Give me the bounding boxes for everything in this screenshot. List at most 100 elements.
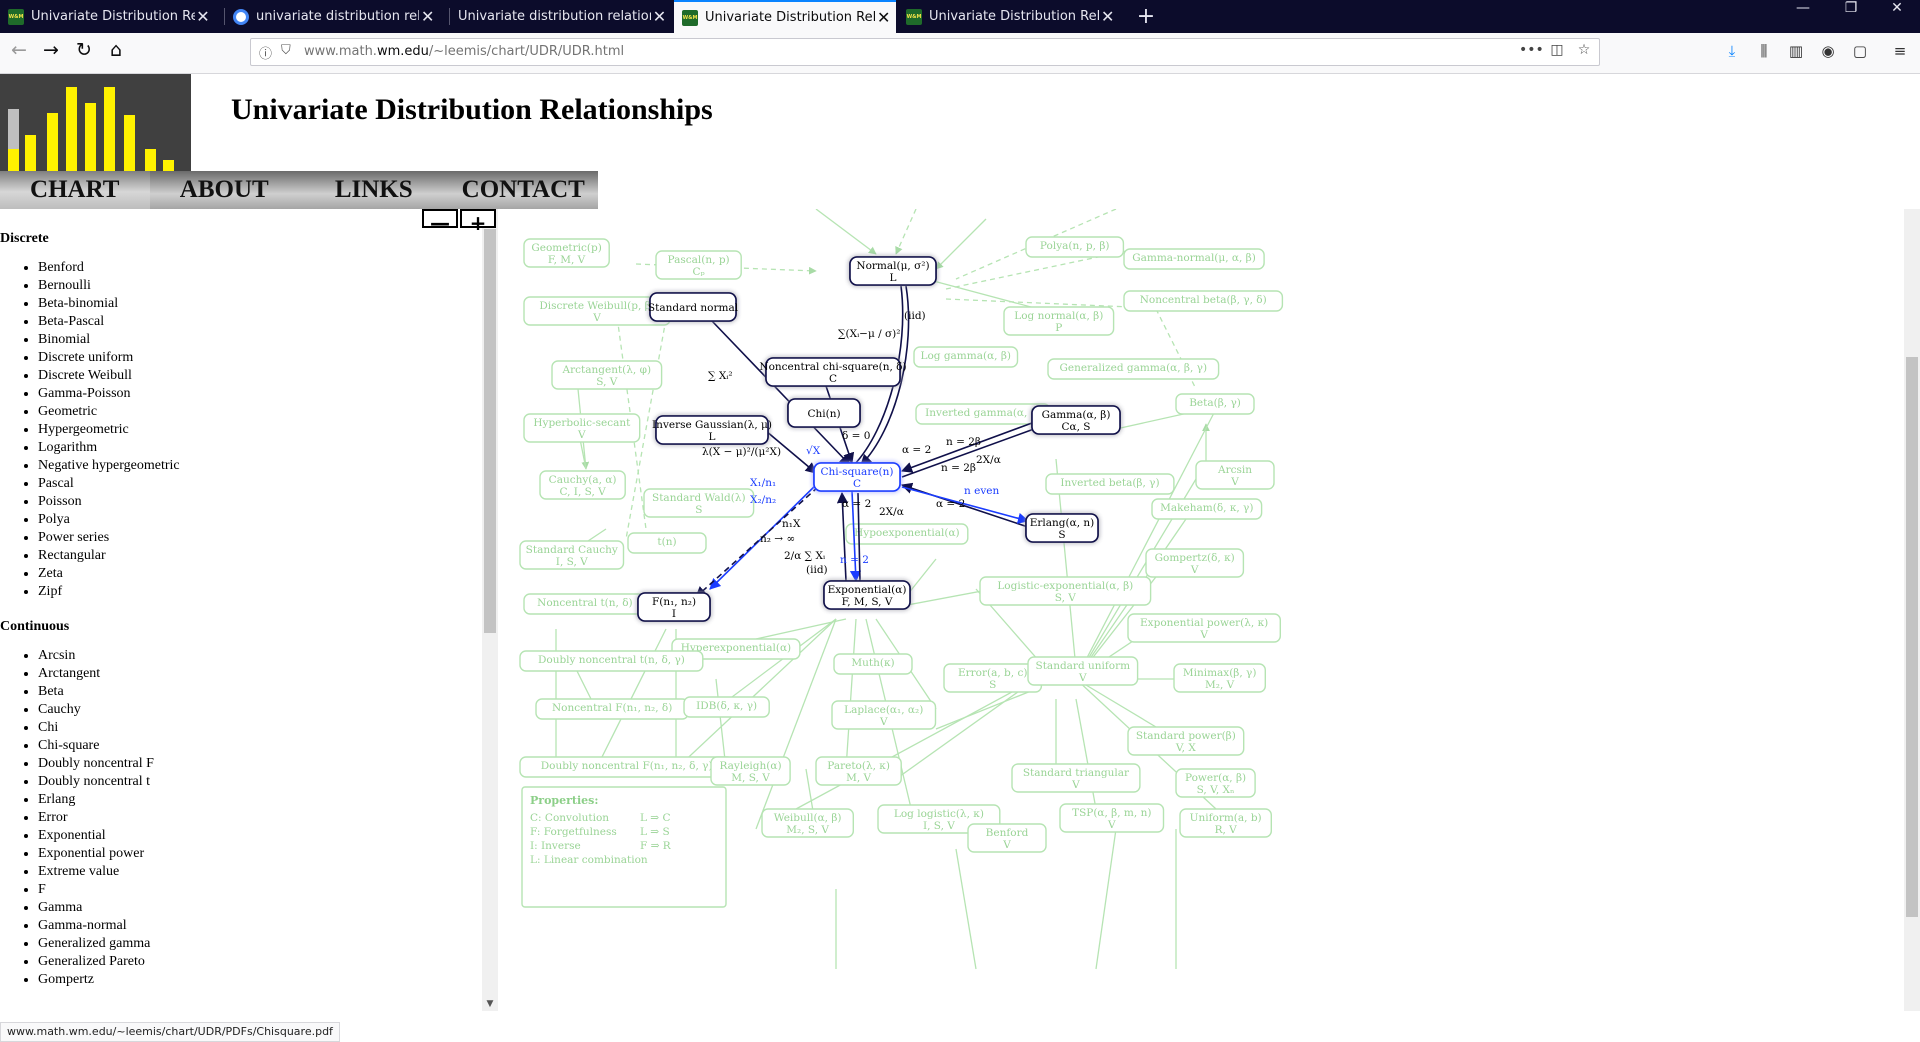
distribution-node[interactable]: Standard normal — [648, 292, 739, 322]
list-item[interactable]: Benford — [38, 259, 482, 277]
list-item[interactable]: Discrete uniform — [38, 349, 482, 367]
list-item[interactable]: Power series — [38, 529, 482, 547]
faded-node[interactable]: Standard Wald(λ)S — [643, 488, 755, 518]
restore-button[interactable]: ❐ — [1828, 0, 1874, 33]
faded-node[interactable]: Inverted gamma(α, β) — [915, 403, 1051, 425]
tab-2[interactable]: univariate distribution relation ✕ — [225, 0, 440, 33]
distribution-node[interactable]: Gamma(α, β)Cα, S — [1031, 405, 1121, 435]
list-item[interactable]: Beta — [38, 683, 482, 701]
zoom-in-button[interactable]: + — [460, 209, 496, 235]
faded-node[interactable]: TSP(α, β, m, n)V — [1059, 803, 1165, 833]
list-item[interactable]: Binomial — [38, 331, 482, 349]
faded-node[interactable]: Cauchy(a, α)C, I, S, V — [539, 470, 626, 500]
faded-node[interactable]: Beta(β, γ) — [1175, 393, 1255, 415]
forward-button[interactable]: → — [37, 39, 65, 67]
list-item[interactable]: Zeta — [38, 565, 482, 583]
faded-node[interactable]: Power(α, β)S, V, Xₙ — [1175, 768, 1256, 798]
page-scroll-thumb[interactable] — [1906, 357, 1918, 917]
sidebar-scroll-thumb[interactable] — [484, 229, 496, 633]
menu-links[interactable]: LINKS — [299, 171, 449, 209]
close-tab-icon[interactable]: ✕ — [651, 7, 668, 26]
distribution-node[interactable]: Erlang(α, n)S — [1025, 513, 1099, 543]
list-item[interactable]: Polya — [38, 511, 482, 529]
list-item[interactable]: Hypergeometric — [38, 421, 482, 439]
info-icon[interactable]: ⓘ — [259, 43, 277, 62]
page-scrollbar[interactable] — [1904, 209, 1920, 1011]
sidebar-toggle-icon[interactable]: ▥ — [1785, 42, 1807, 64]
distribution-node[interactable]: Inverse Gaussian(λ, μ)L — [652, 415, 772, 445]
tab-3[interactable]: Univariate distribution relationship ✕ — [450, 0, 672, 33]
list-item[interactable]: Poisson — [38, 493, 482, 511]
extension-icon[interactable]: ▢ — [1849, 42, 1871, 64]
faded-node[interactable]: Noncentral F(n₁, n₂, δ) — [535, 698, 690, 720]
faded-node[interactable]: Hypoexponential(α) — [845, 523, 969, 545]
faded-node[interactable]: Makeham(δ, κ, γ) — [1151, 498, 1263, 520]
menu-contact[interactable]: CONTACT — [449, 171, 599, 209]
list-item[interactable]: Gamma-Poisson — [38, 385, 482, 403]
list-item[interactable]: Exponential power — [38, 845, 482, 863]
faded-node[interactable]: Rayleigh(α)M, S, V — [710, 756, 791, 786]
address-bar[interactable]: ⓘ ⛉ www.math.wm.edu/~leemis/chart/UDR/UD… — [250, 38, 1600, 66]
menu-icon[interactable]: ≡ — [1889, 42, 1911, 64]
faded-node[interactable]: Uniform(a, b)R, V — [1179, 808, 1273, 838]
page-actions-icon[interactable]: ••• — [1519, 42, 1544, 64]
faded-node[interactable]: Standard power(β)V, X — [1127, 726, 1245, 756]
faded-node[interactable]: t(n) — [627, 532, 707, 554]
reload-button[interactable]: ↻ — [70, 39, 98, 67]
tab-5[interactable]: W&M Univariate Distribution Relation ✕ — [898, 0, 1120, 33]
distribution-node[interactable]: F(n₁, n₂)I — [637, 592, 711, 622]
faded-node[interactable]: Inverted beta(β, γ) — [1045, 473, 1175, 495]
faded-node[interactable]: BenfordV — [967, 823, 1047, 853]
faded-node[interactable]: Weibull(α, β)M₂, S, V — [761, 808, 855, 838]
faded-node[interactable]: Error(a, b, c)S — [943, 663, 1043, 693]
list-item[interactable]: Doubly noncentral F — [38, 755, 482, 773]
close-tab-icon[interactable]: ✕ — [1099, 7, 1116, 26]
tracking-shield-icon[interactable]: ⛉ — [281, 43, 299, 61]
close-tab-icon[interactable]: ✕ — [875, 8, 892, 27]
faded-node[interactable]: Standard uniformV — [1027, 656, 1139, 686]
list-item[interactable]: Negative hypergeometric — [38, 457, 482, 475]
list-item[interactable]: Gompertz — [38, 971, 482, 989]
faded-node[interactable]: Log gamma(α, β) — [913, 346, 1019, 368]
list-item[interactable]: Extreme value — [38, 863, 482, 881]
back-button[interactable]: ← — [5, 39, 33, 67]
list-item[interactable]: Beta-Pascal — [38, 313, 482, 331]
faded-node[interactable]: Log normal(α, β)P — [1003, 306, 1115, 336]
faded-node[interactable]: ArcsinV — [1195, 460, 1275, 490]
list-item[interactable]: Logarithm — [38, 439, 482, 457]
library-icon[interactable]: ⫼ — [1753, 42, 1775, 64]
faded-node[interactable]: Doubly noncentral F(n₁, n₂, δ, γ) — [519, 756, 735, 778]
list-item[interactable]: Generalized Pareto — [38, 953, 482, 971]
faded-node[interactable]: Laplace(α₁, α₂)V — [831, 700, 937, 730]
faded-node[interactable]: Noncentral t(n, δ) — [523, 593, 647, 615]
relationship-chart[interactable]: Geometric(p) F, M, V Pascal(n, p) Cₚ Discret… — [516, 209, 1406, 1011]
distribution-node[interactable]: Normal(μ, σ²)L — [849, 256, 937, 286]
faded-node[interactable]: Gamma-normal(μ, α, β) — [1123, 248, 1265, 270]
faded-node[interactable]: Pareto(λ, κ)M, V — [815, 756, 902, 786]
minimize-button[interactable]: — — [1780, 0, 1826, 33]
list-item[interactable]: Chi — [38, 719, 482, 737]
distribution-node[interactable]: Chi(n) — [787, 398, 861, 428]
faded-node[interactable]: IDB(δ, κ, γ) — [683, 696, 770, 718]
faded-node[interactable]: Gompertz(δ, κ)V — [1145, 548, 1245, 578]
list-item[interactable]: Arcsin — [38, 647, 482, 665]
list-item[interactable]: Cauchy — [38, 701, 482, 719]
faded-node[interactable]: Doubly noncentral t(n, δ, γ) — [519, 650, 704, 672]
account-icon[interactable]: ◉ — [1817, 42, 1839, 64]
list-item[interactable]: Gamma — [38, 899, 482, 917]
list-item[interactable]: Zipf — [38, 583, 482, 601]
close-tab-icon[interactable]: ✕ — [419, 7, 436, 26]
faded-node[interactable]: Generalized gamma(α, β, γ) — [1047, 358, 1220, 380]
list-item[interactable]: Rectangular — [38, 547, 482, 565]
list-item[interactable]: F — [38, 881, 482, 899]
new-tab-button[interactable]: + — [1133, 4, 1159, 30]
faded-node[interactable]: Standard CauchyI, S, V — [519, 540, 625, 570]
zoom-out-button[interactable]: — — [422, 209, 458, 235]
list-item[interactable]: Doubly noncentral t — [38, 773, 482, 791]
chart-svg[interactable]: Geometric(p)F, M, V Pascal(n, p)Cₚ Discret… — [516, 209, 1406, 1011]
list-item[interactable]: Arctangent — [38, 665, 482, 683]
list-item[interactable]: Erlang — [38, 791, 482, 809]
list-item[interactable]: Beta-binomial — [38, 295, 482, 313]
list-item[interactable]: Geometric — [38, 403, 482, 421]
pocket-icon[interactable]: ◫ — [1546, 42, 1568, 64]
